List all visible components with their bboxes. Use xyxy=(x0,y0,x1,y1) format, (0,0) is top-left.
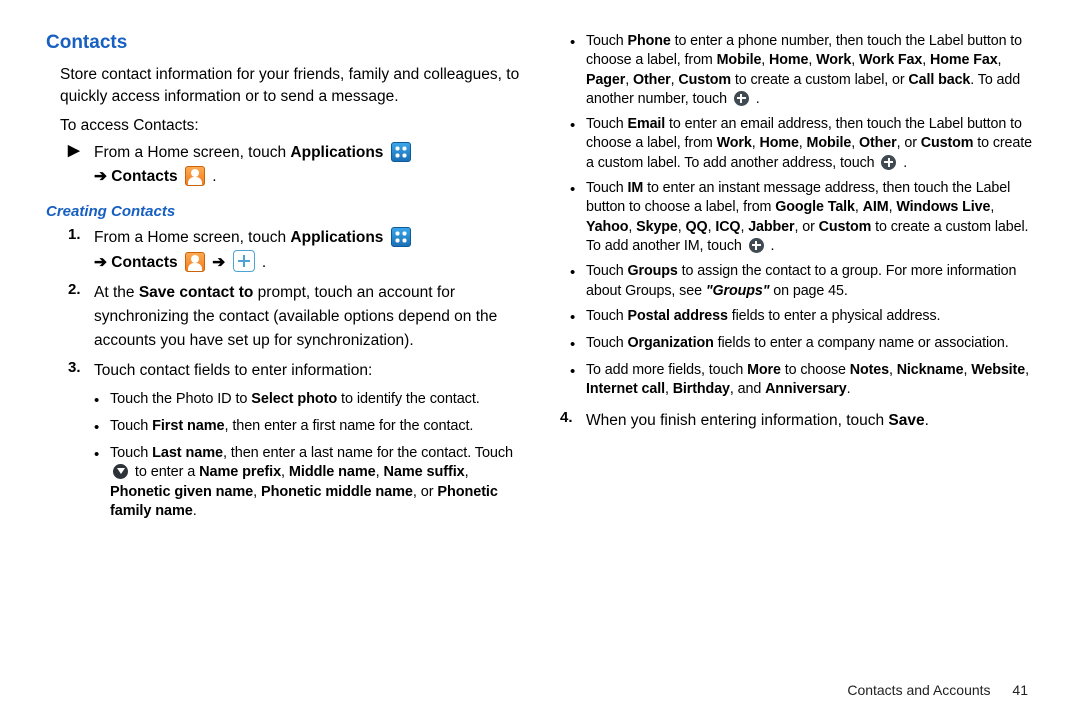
contacts-icon xyxy=(185,252,205,272)
step-2: 2. At the Save contact to prompt, touch … xyxy=(68,281,522,353)
bullet-firstname: • Touch First name, then enter a first n… xyxy=(94,417,522,438)
left-column: Contacts Store contact information for y… xyxy=(46,26,522,526)
access-label: To access Contacts: xyxy=(60,117,522,135)
expand-down-icon xyxy=(113,464,128,479)
step-4: 4. When you finish entering information,… xyxy=(560,409,1034,433)
plus-icon xyxy=(749,238,764,253)
plus-icon xyxy=(734,91,749,106)
bullet-groups: • Touch Groups to assign the contact to … xyxy=(570,262,1034,301)
intro-paragraph: Store contact information for your frien… xyxy=(46,64,522,107)
right-column: • Touch Phone to enter a phone number, t… xyxy=(558,26,1034,526)
heading-creating: Creating Contacts xyxy=(46,203,522,220)
applications-icon xyxy=(391,142,411,162)
bullet-organization: • Touch Organization fields to enter a c… xyxy=(570,334,1034,355)
play-marker: ▶ xyxy=(68,141,94,189)
bullet-more: • To add more fields, touch More to choo… xyxy=(570,361,1034,400)
bullet-postal: • Touch Postal address fields to enter a… xyxy=(570,307,1034,328)
page-number: 41 xyxy=(1012,682,1028,698)
contacts-icon xyxy=(185,166,205,186)
step-3: 3. Touch contact fields to enter informa… xyxy=(68,359,522,383)
plus-icon xyxy=(881,155,896,170)
heading-contacts: Contacts xyxy=(46,32,522,54)
bullet-lastname: • Touch Last name, then enter a last nam… xyxy=(94,444,522,522)
footer-section: Contacts and Accounts xyxy=(847,682,990,698)
bullet-photo: • Touch the Photo ID to Select photo to … xyxy=(94,390,522,411)
applications-icon xyxy=(391,227,411,247)
step-1: 1. From a Home screen, touch Application… xyxy=(68,226,522,275)
access-step: ▶ From a Home screen, touch Applications… xyxy=(68,141,522,189)
page-footer: Contacts and Accounts 41 xyxy=(847,682,1028,698)
bullet-email: • Touch Email to enter an email address,… xyxy=(570,115,1034,173)
bullet-im: • Touch IM to enter an instant message a… xyxy=(570,179,1034,256)
add-icon xyxy=(233,250,255,272)
bullet-phone: • Touch Phone to enter a phone number, t… xyxy=(570,32,1034,109)
